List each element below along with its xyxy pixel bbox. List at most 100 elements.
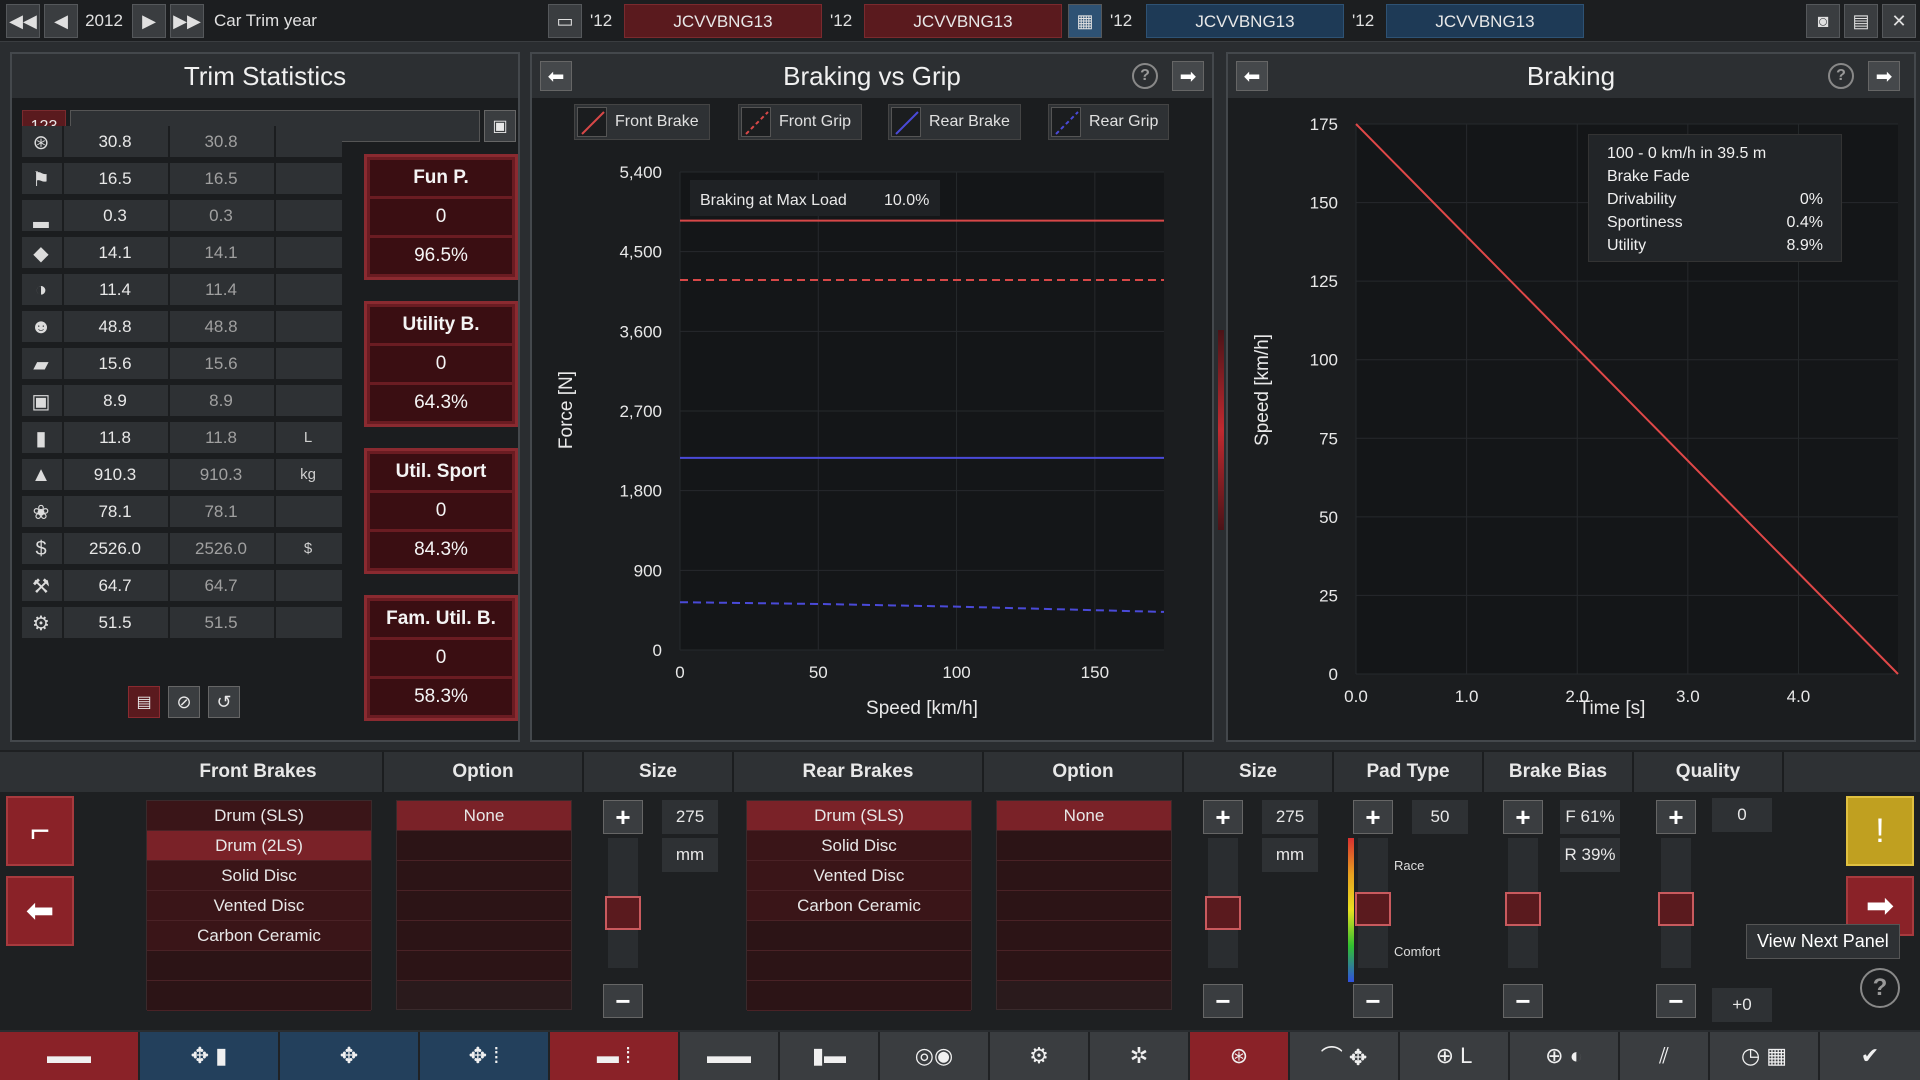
nav-tuning-icon[interactable]: ⫽	[1620, 1032, 1710, 1080]
help-icon[interactable]: ?	[1828, 63, 1854, 89]
list-item[interactable]: Vented Disc	[147, 891, 371, 921]
last-year-icon[interactable]: ▶▶	[170, 4, 204, 38]
list-item[interactable]: Drum (SLS)	[147, 801, 371, 831]
nav-chassis-icon[interactable]: ▬▬	[680, 1032, 780, 1080]
prev-panel-icon[interactable]: ⬅	[540, 61, 572, 91]
list-item	[147, 981, 371, 1011]
front-option-none[interactable]: None	[397, 801, 571, 831]
nav-gearbox-icon[interactable]: ⚙	[990, 1032, 1090, 1080]
brake-bias-header: Brake Bias	[1484, 752, 1634, 792]
suspension-geometry-icon[interactable]: ⌐	[6, 796, 74, 866]
front-size-minus-button[interactable]: −	[603, 984, 643, 1018]
next-panel-icon[interactable]: ➡	[1868, 61, 1900, 91]
reset-icon[interactable]: ↺	[208, 686, 240, 718]
calculator-icon[interactable]: ▤	[1844, 4, 1878, 38]
rear-size-plus-button[interactable]: +	[1203, 800, 1243, 834]
slot1-trim-name[interactable]: JCVVBNG13	[624, 4, 822, 38]
close-icon[interactable]: ✕	[1882, 4, 1916, 38]
nav-car-model-icon[interactable]: ▬ ⁞	[550, 1032, 680, 1080]
help-icon[interactable]: ?	[1860, 968, 1900, 1008]
list-item	[747, 981, 971, 1011]
back-icon[interactable]: ⬅	[6, 876, 74, 946]
legend-rear-grip[interactable]: Rear Grip	[1048, 104, 1170, 140]
prev-panel-icon[interactable]: ⬅	[1236, 61, 1268, 91]
stat-current-value: 78.1	[62, 496, 166, 527]
rear-size-slider-handle[interactable]	[1205, 896, 1241, 930]
legend-front-brake[interactable]: Front Brake	[574, 104, 710, 140]
list-item[interactable]: Drum (2LS)	[147, 831, 371, 861]
rear-size-minus-button[interactable]: −	[1203, 984, 1243, 1018]
pad-type-slider-handle[interactable]	[1355, 892, 1391, 926]
first-year-icon[interactable]: ◀◀	[6, 4, 40, 38]
score-box[interactable]: Fun P. 0 96.5%	[364, 154, 518, 280]
stat-row: ▮ 11.8 11.8 L	[22, 422, 342, 456]
nav-engine-parts-icon[interactable]: ✥	[280, 1032, 420, 1080]
nav-safety-icon[interactable]: ⊕ ◐	[1510, 1032, 1620, 1080]
legend-front-grip[interactable]: Front Grip	[738, 104, 863, 140]
slot2-trim-name[interactable]: JCVVBNG13	[864, 4, 1062, 38]
stat-unit	[274, 163, 340, 194]
list-item[interactable]: Vented Disc	[747, 861, 971, 891]
front-size-plus-button[interactable]: +	[603, 800, 643, 834]
car-model-icon[interactable]: ▭	[548, 4, 582, 38]
list-item[interactable]: Carbon Ceramic	[747, 891, 971, 921]
brake-bias-slider-handle[interactable]	[1505, 892, 1541, 926]
list-item[interactable]: Solid Disc	[747, 831, 971, 861]
quality-plus-button[interactable]: +	[1656, 800, 1696, 834]
stat-unit	[274, 311, 340, 342]
pad-type-minus-button[interactable]: −	[1353, 984, 1393, 1018]
brake-bias-plus-button[interactable]: +	[1503, 800, 1543, 834]
nav-finish-icon[interactable]: ✔	[1820, 1032, 1920, 1080]
front-size-slider-handle[interactable]	[605, 896, 641, 930]
stat-compare-value: 0.3	[168, 200, 272, 231]
nav-wheels-icon[interactable]: ✲	[1090, 1032, 1190, 1080]
list-item[interactable]: Carbon Ceramic	[147, 921, 371, 951]
nav-brakes-icon[interactable]: ⊛	[1190, 1032, 1290, 1080]
stat-compare-value: 2526.0	[168, 533, 272, 564]
stat-current-value: 14.1	[62, 237, 166, 268]
quality-minus-button[interactable]: −	[1656, 984, 1696, 1018]
list-item[interactable]: Drum (SLS)	[747, 801, 971, 831]
score-box[interactable]: Fam. Util. B. 0 58.3%	[364, 595, 518, 721]
notes-icon[interactable]: ▤	[128, 686, 160, 718]
safety-icon: ◑	[34, 278, 48, 301]
list-item[interactable]: Solid Disc	[147, 861, 371, 891]
stat-compare-value: 11.4	[168, 274, 272, 305]
nav-engine-tune-icon[interactable]: ✥ ⁞	[420, 1032, 550, 1080]
nav-testing-icon[interactable]: ◷ ▦	[1710, 1032, 1820, 1080]
score-box[interactable]: Util. Sport 0 84.3%	[364, 448, 518, 574]
rear-option-none[interactable]: None	[997, 801, 1171, 831]
camera-icon[interactable]: ◙	[1806, 4, 1840, 38]
slot3-trim-name[interactable]: JCVVBNG13	[1146, 4, 1344, 38]
brake-bias-minus-button[interactable]: −	[1503, 984, 1543, 1018]
help-icon[interactable]: ?	[1132, 63, 1158, 89]
brake-x-tick-label: 4.0	[1787, 687, 1811, 706]
pad-type-plus-button[interactable]: +	[1353, 800, 1393, 834]
score-percent: 84.3%	[370, 532, 512, 568]
nav-suspension-icon[interactable]: ◎◉	[880, 1032, 990, 1080]
next-year-icon[interactable]: ▶	[132, 4, 166, 38]
quality-slider-handle[interactable]	[1658, 892, 1694, 926]
clear-icon[interactable]: ⊘	[168, 686, 200, 718]
warning-icon[interactable]: !	[1846, 796, 1914, 866]
stat-current-value: 2526.0	[62, 533, 166, 564]
front-option-list: None	[396, 800, 572, 1010]
score-number: 0	[370, 640, 512, 676]
folder-car-icon[interactable]: ▣	[484, 110, 516, 142]
prev-year-icon[interactable]: ◀	[44, 4, 78, 38]
grip-y-tick-label: 5,400	[619, 163, 662, 182]
legend-rear-brake[interactable]: Rear Brake	[888, 104, 1021, 140]
nav-interior-icon[interactable]: ⊕ L	[1400, 1032, 1510, 1080]
nav-drivetrain-icon[interactable]: ▮▬	[780, 1032, 880, 1080]
nav-car-body-icon[interactable]: ▬▬	[0, 1032, 140, 1080]
engine-icon[interactable]: ▦	[1068, 4, 1102, 38]
brake-x-tick-label: 0.0	[1344, 687, 1368, 706]
nav-aero-icon[interactable]: ⌒ ✥	[1290, 1032, 1400, 1080]
trim-statistics-panel: Trim Statistics 123 ▣ ▤ ⊘ ↺ ⊛ 30.8 30.8 …	[10, 52, 520, 742]
nav-engine-family-icon[interactable]: ✥ ▮	[140, 1032, 280, 1080]
stat-unit	[274, 496, 340, 527]
score-box[interactable]: Utility B. 0 64.3%	[364, 301, 518, 427]
slot4-trim-name[interactable]: JCVVBNG13	[1386, 4, 1584, 38]
environment-icon: ❀	[32, 501, 50, 524]
next-panel-icon[interactable]: ➡	[1172, 61, 1204, 91]
